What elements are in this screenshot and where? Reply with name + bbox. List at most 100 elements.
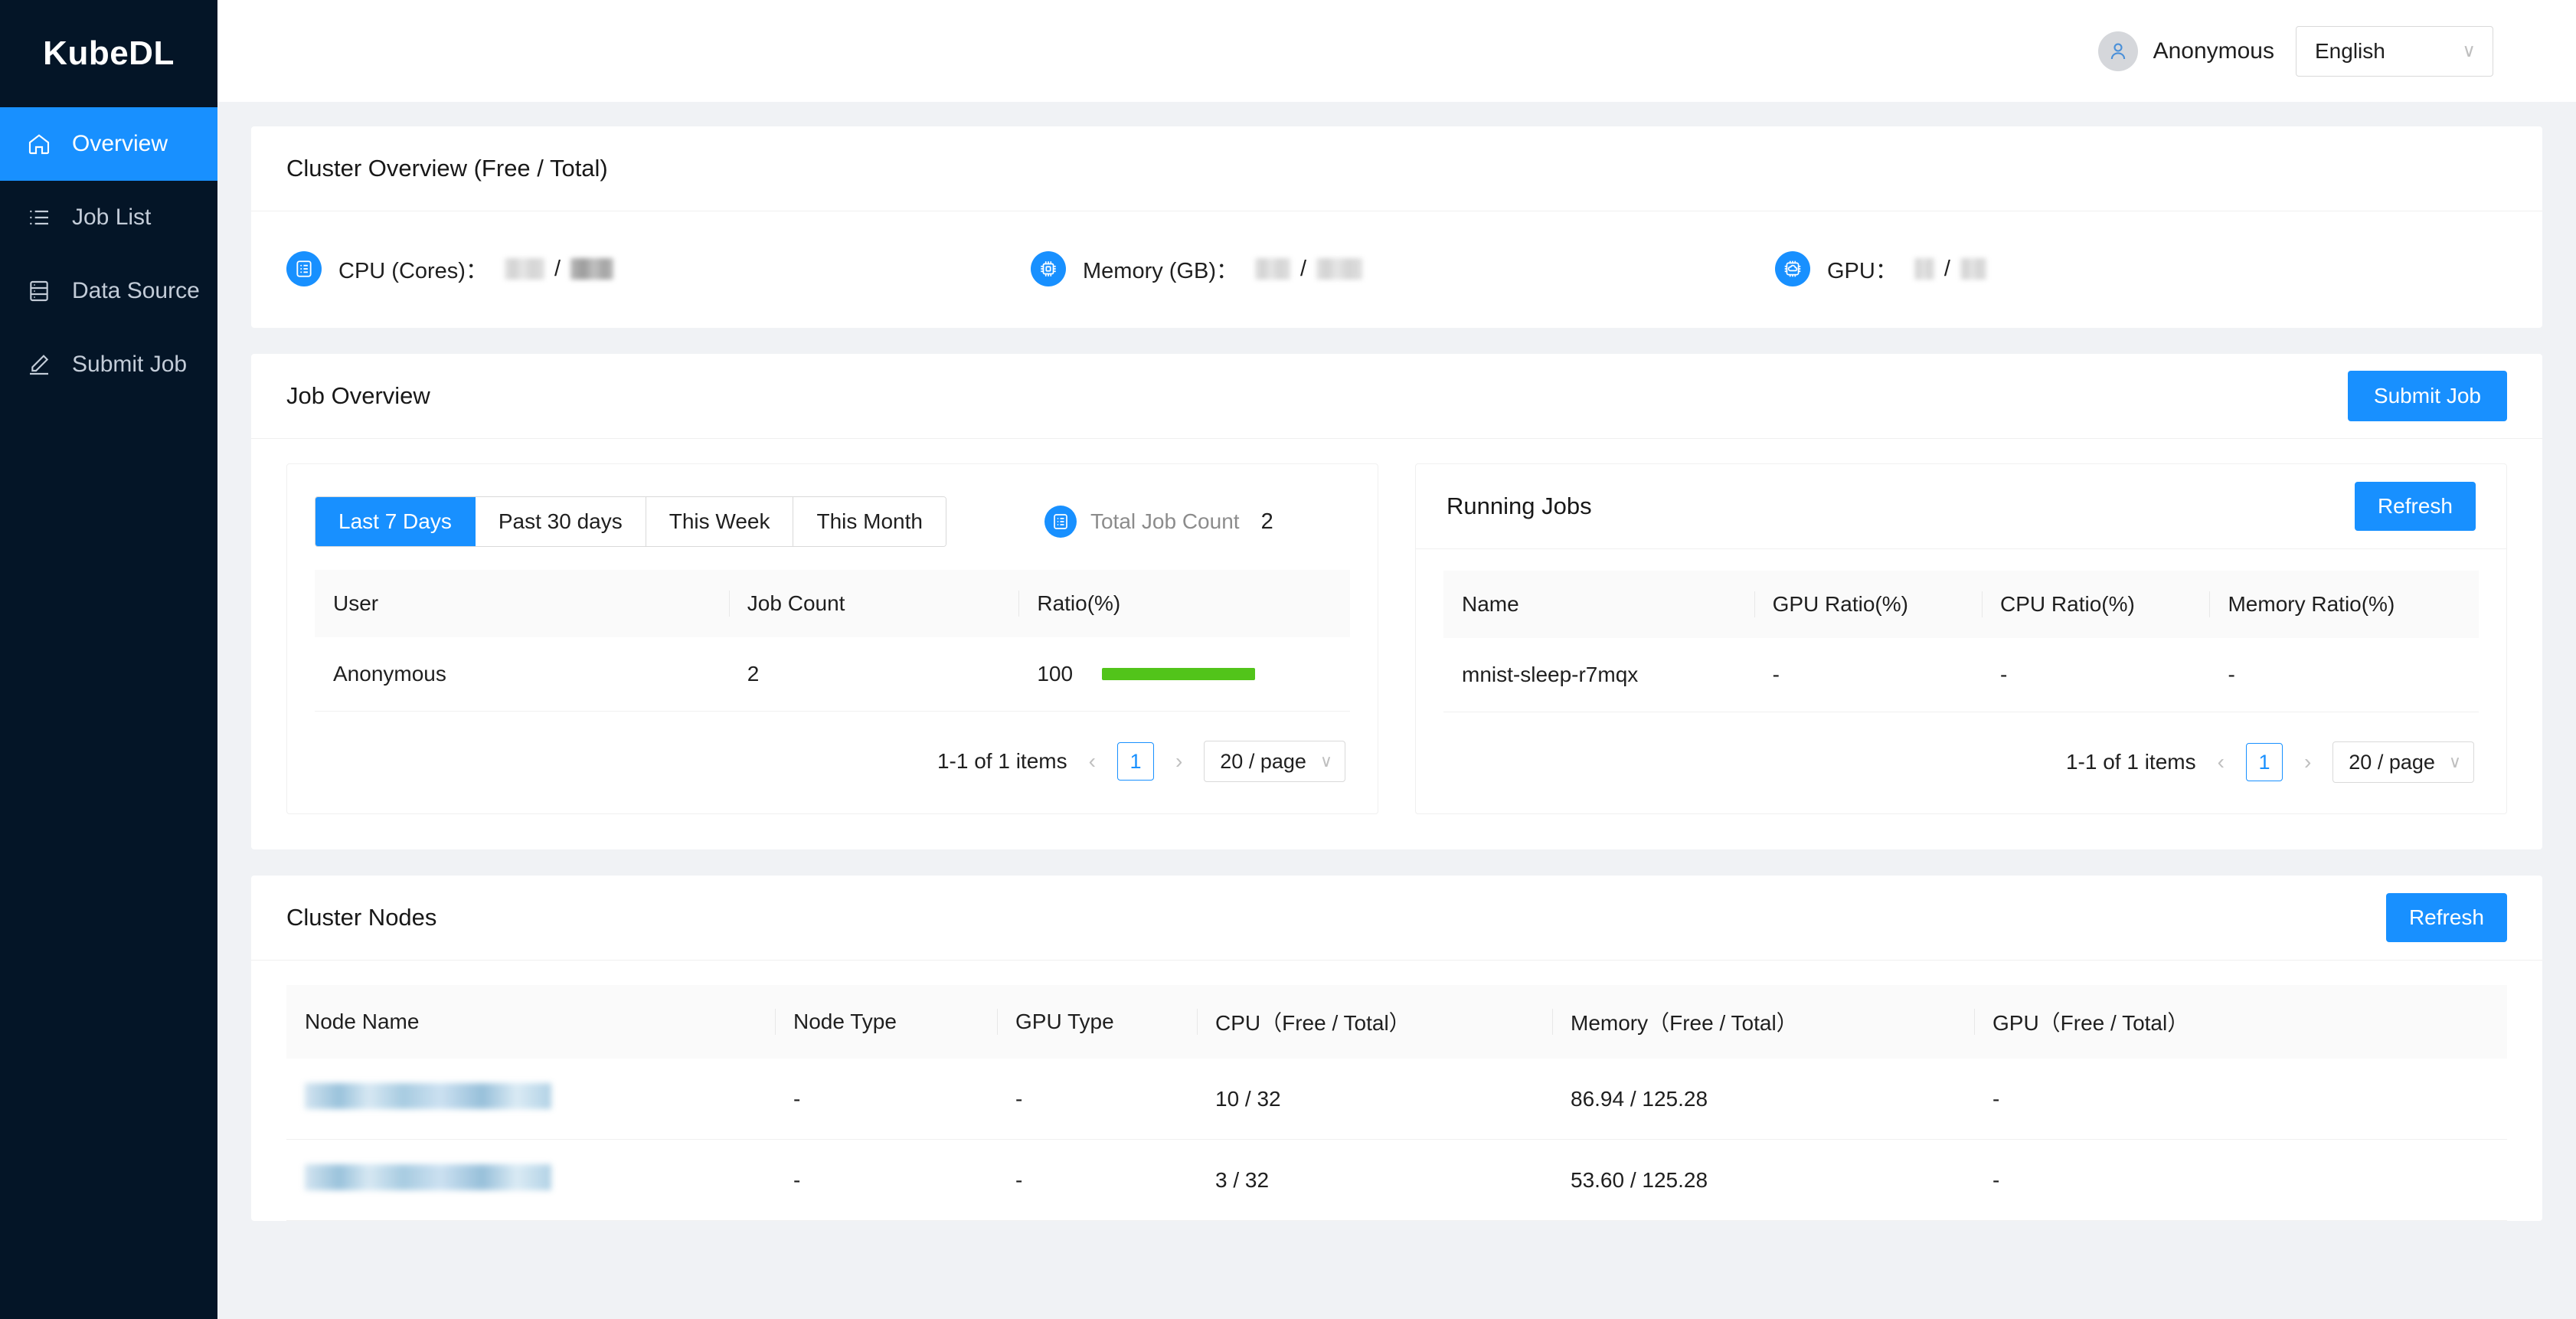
- table-header-row: Name GPU Ratio(%) CPU Ratio(%) Memory Ra…: [1443, 571, 2479, 638]
- language-select[interactable]: English ∨: [2296, 25, 2493, 77]
- avatar: [2097, 31, 2138, 71]
- stat-memory: Memory (GB)： /: [1031, 251, 1775, 286]
- job-overview-header: Job Overview Submit Job: [251, 354, 2542, 439]
- cell-gpu-ratio: -: [1754, 638, 1983, 712]
- range-segmented-control: Last 7 Days Past 30 days This Week This …: [315, 496, 946, 547]
- cell-memory-ratio: -: [2209, 638, 2479, 712]
- cluster-nodes-body: Node Name Node Type GPU Type CPU（Free / …: [251, 961, 2542, 1221]
- stat-gpu: GPU： /: [1775, 251, 1986, 286]
- redacted-memory-free: [1255, 258, 1291, 280]
- cell-cpu: 3 / 32: [1197, 1139, 1552, 1221]
- stat-value-cpu: /: [504, 256, 614, 282]
- job-stats-inner: Last 7 Days Past 30 days This Week This …: [287, 464, 1378, 813]
- ratio-progress-bar: [1102, 668, 1256, 680]
- chevron-down-icon: ∨: [2462, 40, 2476, 61]
- stat-separator: /: [554, 256, 561, 281]
- sidebar-item-job-list[interactable]: Job List: [0, 181, 217, 254]
- job-range-tabs: Last 7 Days Past 30 days This Week This …: [315, 490, 1350, 570]
- job-count-icon: [1044, 506, 1077, 538]
- table-header-row: User Job Count Ratio(%): [315, 570, 1350, 637]
- home-icon: [26, 131, 52, 157]
- language-value: English: [2315, 38, 2385, 63]
- total-job-count-value: 2: [1260, 509, 1273, 534]
- job-overview-body: Last 7 Days Past 30 days This Week This …: [251, 439, 2542, 849]
- column-gpu-free-total: GPU（Free / Total）: [1974, 985, 2507, 1059]
- cluster-overview-card: Cluster Overview (Free / Total) CPU (Cor…: [251, 126, 2542, 328]
- running-jobs-table: Name GPU Ratio(%) CPU Ratio(%) Memory Ra…: [1443, 571, 2479, 712]
- cell-gpu: -: [1974, 1139, 2507, 1221]
- column-node-type: Node Type: [775, 985, 997, 1059]
- cell-memory: 86.94 / 125.28: [1552, 1059, 1974, 1140]
- page-size-value: 20 / page: [1220, 749, 1306, 773]
- pagination-page-1[interactable]: 1: [1116, 742, 1154, 781]
- cluster-nodes-refresh-button[interactable]: Refresh: [2385, 893, 2507, 942]
- submit-job-button[interactable]: Submit Job: [2347, 371, 2507, 421]
- gpu-chip-icon: [1775, 251, 1810, 286]
- column-memory-ratio: Memory Ratio(%): [2209, 571, 2479, 638]
- pagination-page-size-select[interactable]: 20 / page ∨: [1204, 741, 1345, 782]
- running-jobs-refresh-button[interactable]: Refresh: [2354, 482, 2476, 531]
- sidebar-item-data-source[interactable]: Data Source: [0, 254, 217, 328]
- cpu-list-icon: [286, 251, 322, 286]
- table-row: - - 10 / 32 86.94 / 125.28 -: [286, 1059, 2507, 1140]
- table-header-row: Node Name Node Type GPU Type CPU（Free / …: [286, 985, 2507, 1059]
- sidebar-item-label: Submit Job: [72, 352, 188, 377]
- tab-last-7-days[interactable]: Last 7 Days: [315, 497, 476, 546]
- pagination-total: 1-1 of 1 items: [937, 749, 1067, 773]
- pagination-page-size-select[interactable]: 20 / page ∨: [2332, 741, 2474, 783]
- cell-node-name[interactable]: [286, 1139, 775, 1221]
- sidebar-nav: Overview Job List Data Source Submit Job: [0, 107, 217, 401]
- sidebar-item-label: Job List: [72, 205, 152, 230]
- sidebar-item-label: Overview: [72, 131, 168, 156]
- sidebar-item-overview[interactable]: Overview: [0, 107, 217, 181]
- table-row: mnist-sleep-r7mqx - - -: [1443, 638, 2479, 712]
- column-ratio: Ratio(%): [1018, 570, 1350, 637]
- stat-label-cpu: CPU (Cores)：: [338, 259, 488, 283]
- ratio-value: 100: [1037, 662, 1074, 686]
- tab-past-30-days[interactable]: Past 30 days: [475, 497, 646, 546]
- redacted-gpu-free: [1914, 258, 1934, 280]
- cluster-nodes-table-body: - - 10 / 32 86.94 / 125.28 - - - 3 / 32 …: [286, 1059, 2507, 1221]
- running-jobs-panel: Running Jobs Refresh Name GPU Ratio(%) C…: [1415, 463, 2507, 814]
- job-stats-panel: Last 7 Days Past 30 days This Week This …: [286, 463, 1378, 814]
- cell-job-name: mnist-sleep-r7mqx: [1443, 638, 1754, 712]
- pagination-prev-button[interactable]: ‹: [1084, 749, 1100, 774]
- pagination-page-1[interactable]: 1: [2245, 743, 2283, 781]
- sidebar-item-submit-job[interactable]: Submit Job: [0, 328, 217, 401]
- user-icon: [2110, 42, 2125, 59]
- cell-cpu-ratio: -: [1982, 638, 2210, 712]
- pagination-next-button[interactable]: ›: [1171, 749, 1187, 774]
- cell-gpu-type: -: [997, 1059, 1197, 1140]
- stat-label-memory: Memory (GB)：: [1083, 259, 1239, 283]
- running-jobs-inner: Name GPU Ratio(%) CPU Ratio(%) Memory Ra…: [1416, 549, 2506, 813]
- cell-node-name[interactable]: [286, 1059, 775, 1140]
- user-block[interactable]: Anonymous: [2097, 31, 2274, 71]
- pencil-icon: [26, 352, 52, 378]
- chevron-down-icon: ∨: [2448, 752, 2461, 771]
- cluster-nodes-table-head: Node Name Node Type GPU Type CPU（Free / …: [286, 985, 2507, 1059]
- brand-logo: KubeDL: [43, 34, 175, 72]
- sidebar-item-label: Data Source: [72, 278, 200, 303]
- column-cpu-free-total: CPU（Free / Total）: [1197, 985, 1552, 1059]
- pagination-total: 1-1 of 1 items: [2065, 750, 2196, 774]
- pagination-next-button[interactable]: ›: [2300, 750, 2316, 774]
- main-area: Anonymous English ∨ Cluster Overview (Fr…: [217, 0, 2576, 1319]
- total-job-count-label: Total Job Count: [1090, 509, 1240, 533]
- redacted-cpu-free: [504, 258, 544, 280]
- tab-this-week[interactable]: This Week: [646, 497, 794, 546]
- page-title: Cluster Overview (Free / Total): [286, 155, 608, 182]
- cell-node-type: -: [775, 1139, 997, 1221]
- redacted-node-name: [305, 1164, 551, 1190]
- running-jobs-table-body: mnist-sleep-r7mqx - - -: [1443, 638, 2479, 712]
- total-job-count: Total Job Count 2: [1044, 506, 1273, 538]
- job-overview-title: Job Overview: [286, 382, 430, 409]
- tab-this-month[interactable]: This Month: [793, 497, 946, 546]
- cluster-nodes-card: Cluster Nodes Refresh Node Name Node Typ…: [251, 876, 2542, 1221]
- column-job-count: Job Count: [728, 570, 1019, 637]
- stat-separator: /: [1300, 256, 1307, 281]
- topbar: Anonymous English ∨: [217, 0, 2576, 102]
- user-job-table-head: User Job Count Ratio(%): [315, 570, 1350, 637]
- pagination-prev-button[interactable]: ‹: [2213, 750, 2229, 774]
- cell-job-count: 2: [728, 637, 1019, 712]
- stat-separator: /: [1943, 256, 1950, 281]
